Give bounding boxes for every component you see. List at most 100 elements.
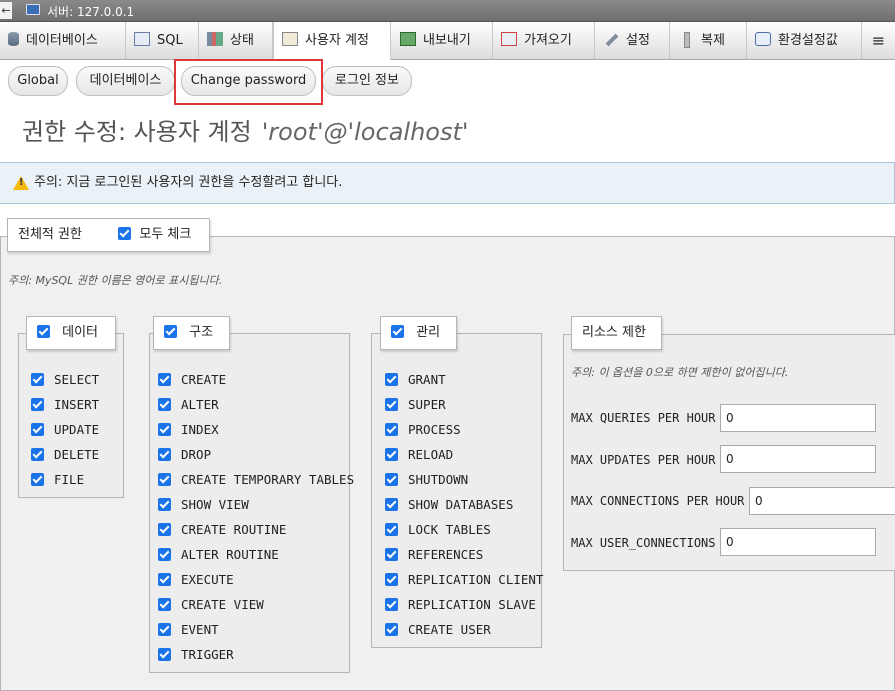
privilege-label[interactable]: CREATE USER [408,622,491,637]
privilege-checkbox[interactable] [31,398,44,411]
privilege-label[interactable]: SHOW VIEW [181,497,249,512]
back-arrow-icon[interactable]: ← [0,2,12,19]
privilege-checkbox[interactable] [385,523,398,536]
privilege-checkbox[interactable] [385,373,398,386]
privilege-checkbox[interactable] [158,473,171,486]
privilege-label[interactable]: UPDATE [54,422,99,437]
privilege-label[interactable]: EXECUTE [181,572,234,587]
more-menu-icon[interactable]: ≡ [862,22,895,59]
privilege-checkbox[interactable] [31,423,44,436]
privilege-item[interactable]: TRIGGER [158,642,234,667]
privilege-checkbox[interactable] [385,423,398,436]
privilege-item[interactable]: EXECUTE [158,567,234,592]
data-checkbox[interactable] [37,325,50,338]
privilege-label[interactable]: CREATE ROUTINE [181,522,286,537]
admin-checkbox[interactable] [391,325,404,338]
privilege-label[interactable]: INSERT [54,397,99,412]
privilege-label[interactable]: DELETE [54,447,99,462]
privilege-checkbox[interactable] [385,498,398,511]
max-updates-input[interactable]: 0 [720,445,876,473]
privilege-checkbox[interactable] [158,648,171,661]
privilege-item[interactable]: REFERENCES [385,542,483,567]
max-connections-input[interactable]: 0 [749,487,895,515]
privilege-checkbox[interactable] [158,423,171,436]
privilege-item[interactable]: INSERT [31,392,99,417]
privilege-item[interactable]: REPLICATION CLIENT [385,567,543,592]
privilege-label[interactable]: REPLICATION SLAVE [408,597,536,612]
privilege-item[interactable]: DROP [158,442,211,467]
privilege-label[interactable]: REFERENCES [408,547,483,562]
tab-replication[interactable]: 복제 [670,22,747,59]
privilege-item[interactable]: CREATE TEMPORARY TABLES [158,467,354,492]
privilege-label[interactable]: CREATE VIEW [181,597,264,612]
server-title[interactable]: 서버: 127.0.0.1 [47,3,134,20]
privilege-item[interactable]: UPDATE [31,417,99,442]
privilege-checkbox[interactable] [31,473,44,486]
tab-settings[interactable]: 설정 [595,22,670,59]
privilege-checkbox[interactable] [385,448,398,461]
privilege-checkbox[interactable] [158,598,171,611]
privilege-label[interactable]: TRIGGER [181,647,234,662]
privilege-label[interactable]: ALTER [181,397,219,412]
privilege-item[interactable]: INDEX [158,417,219,442]
privilege-item[interactable]: SHUTDOWN [385,467,468,492]
privilege-checkbox[interactable] [385,573,398,586]
privilege-label[interactable]: DROP [181,447,211,462]
privilege-item[interactable]: RELOAD [385,442,453,467]
privilege-item[interactable]: SHOW VIEW [158,492,249,517]
privilege-item[interactable]: CREATE USER [385,617,491,642]
privilege-checkbox[interactable] [158,373,171,386]
privilege-item[interactable]: FILE [31,467,84,492]
tab-sql[interactable]: SQL [126,22,199,59]
subtab-login-info[interactable]: 로그인 정보 [322,66,412,96]
privilege-item[interactable]: CREATE ROUTINE [158,517,286,542]
subtab-global[interactable]: Global [8,66,68,96]
privilege-checkbox[interactable] [31,448,44,461]
privilege-checkbox[interactable] [385,548,398,561]
privilege-checkbox[interactable] [31,373,44,386]
privilege-item[interactable]: LOCK TABLES [385,517,491,542]
privilege-item[interactable]: REPLICATION SLAVE [385,592,536,617]
privilege-label[interactable]: PROCESS [408,422,461,437]
privilege-item[interactable]: PROCESS [385,417,461,442]
max-queries-input[interactable]: 0 [720,404,876,432]
privilege-item[interactable]: SHOW DATABASES [385,492,513,517]
check-all-checkbox[interactable] [118,227,132,240]
privilege-label[interactable]: REPLICATION CLIENT [408,572,543,587]
privilege-checkbox[interactable] [158,623,171,636]
tab-variables[interactable]: 환경설정값 [747,22,862,59]
privilege-item[interactable]: SELECT [31,367,99,392]
privilege-checkbox[interactable] [385,398,398,411]
privilege-label[interactable]: ALTER ROUTINE [181,547,279,562]
privilege-checkbox[interactable] [385,598,398,611]
privilege-label[interactable]: SHUTDOWN [408,472,468,487]
privilege-checkbox[interactable] [385,623,398,636]
subtab-databases[interactable]: 데이터베이스 [76,66,175,96]
tab-import[interactable]: 가져오기 [493,22,595,59]
privilege-item[interactable]: EVENT [158,617,219,642]
privilege-label[interactable]: FILE [54,472,84,487]
privilege-checkbox[interactable] [158,573,171,586]
privilege-item[interactable]: ALTER ROUTINE [158,542,279,567]
privilege-item[interactable]: DELETE [31,442,99,467]
privilege-label[interactable]: SHOW DATABASES [408,497,513,512]
max-user-connections-input[interactable]: 0 [720,528,876,556]
privilege-label[interactable]: RELOAD [408,447,453,462]
privilege-item[interactable]: SUPER [385,392,446,417]
check-all-label[interactable]: 모두 체크 [139,227,191,242]
privilege-checkbox[interactable] [158,448,171,461]
privilege-label[interactable]: SUPER [408,397,446,412]
privilege-label[interactable]: INDEX [181,422,219,437]
structure-checkbox[interactable] [164,325,177,338]
privilege-label[interactable]: SELECT [54,372,99,387]
privilege-label[interactable]: GRANT [408,372,446,387]
privilege-label[interactable]: CREATE TEMPORARY TABLES [181,472,354,487]
privilege-item[interactable]: GRANT [385,367,446,392]
privilege-checkbox[interactable] [158,548,171,561]
tab-user-accounts[interactable]: 사용자 계정 [273,22,391,60]
privilege-label[interactable]: CREATE [181,372,226,387]
privilege-item[interactable]: CREATE VIEW [158,592,264,617]
privilege-label[interactable]: EVENT [181,622,219,637]
privilege-checkbox[interactable] [158,523,171,536]
privilege-label[interactable]: LOCK TABLES [408,522,491,537]
